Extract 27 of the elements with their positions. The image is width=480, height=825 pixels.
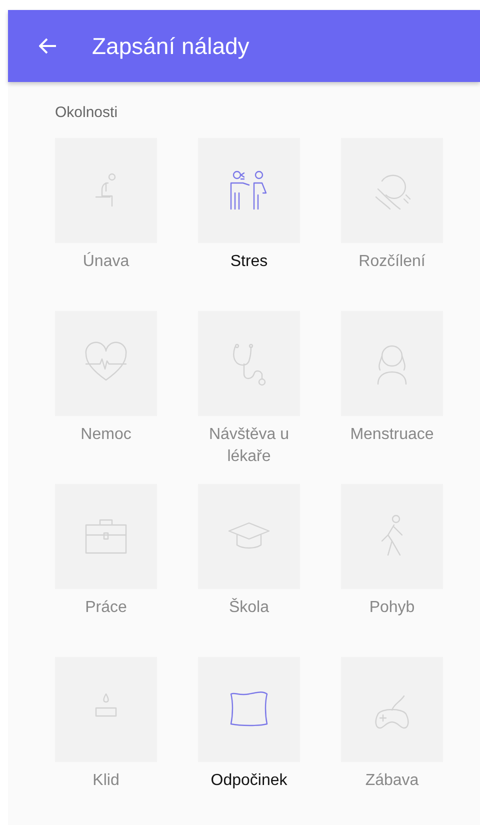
option-label: Únava [82,251,130,272]
option-tile[interactable] [55,484,157,589]
option-tile[interactable] [341,484,443,589]
option-tile[interactable] [341,311,443,416]
option-label: Škola [228,597,270,618]
option-label: Menstruace [349,425,435,445]
option-tile[interactable] [341,138,443,243]
back-arrow-icon [39,38,57,54]
option-tile[interactable] [341,657,443,762]
option-tile[interactable] [55,657,157,762]
section-heading: Okolnosti [55,104,119,123]
option-tile[interactable] [198,138,300,243]
option-label: Klid [92,771,120,791]
option-tile[interactable] [198,657,300,762]
option-label: Rozčílení [358,252,426,272]
option-tile[interactable] [55,311,157,416]
option-label: Zábava [364,771,420,791]
option-tile[interactable] [198,484,300,589]
option-label: Pohyb [368,598,416,618]
option-tile[interactable] [198,311,300,416]
screen-title: Zapsání nálady [92,32,250,60]
option-label: Práce [84,598,128,618]
option-tile[interactable] [55,138,157,243]
option-label: Stres [229,252,269,272]
option-label: Nemoc [80,425,132,445]
option-label: Odpočinek [210,771,288,791]
option-label: Návštěva u lékaře [208,425,290,467]
